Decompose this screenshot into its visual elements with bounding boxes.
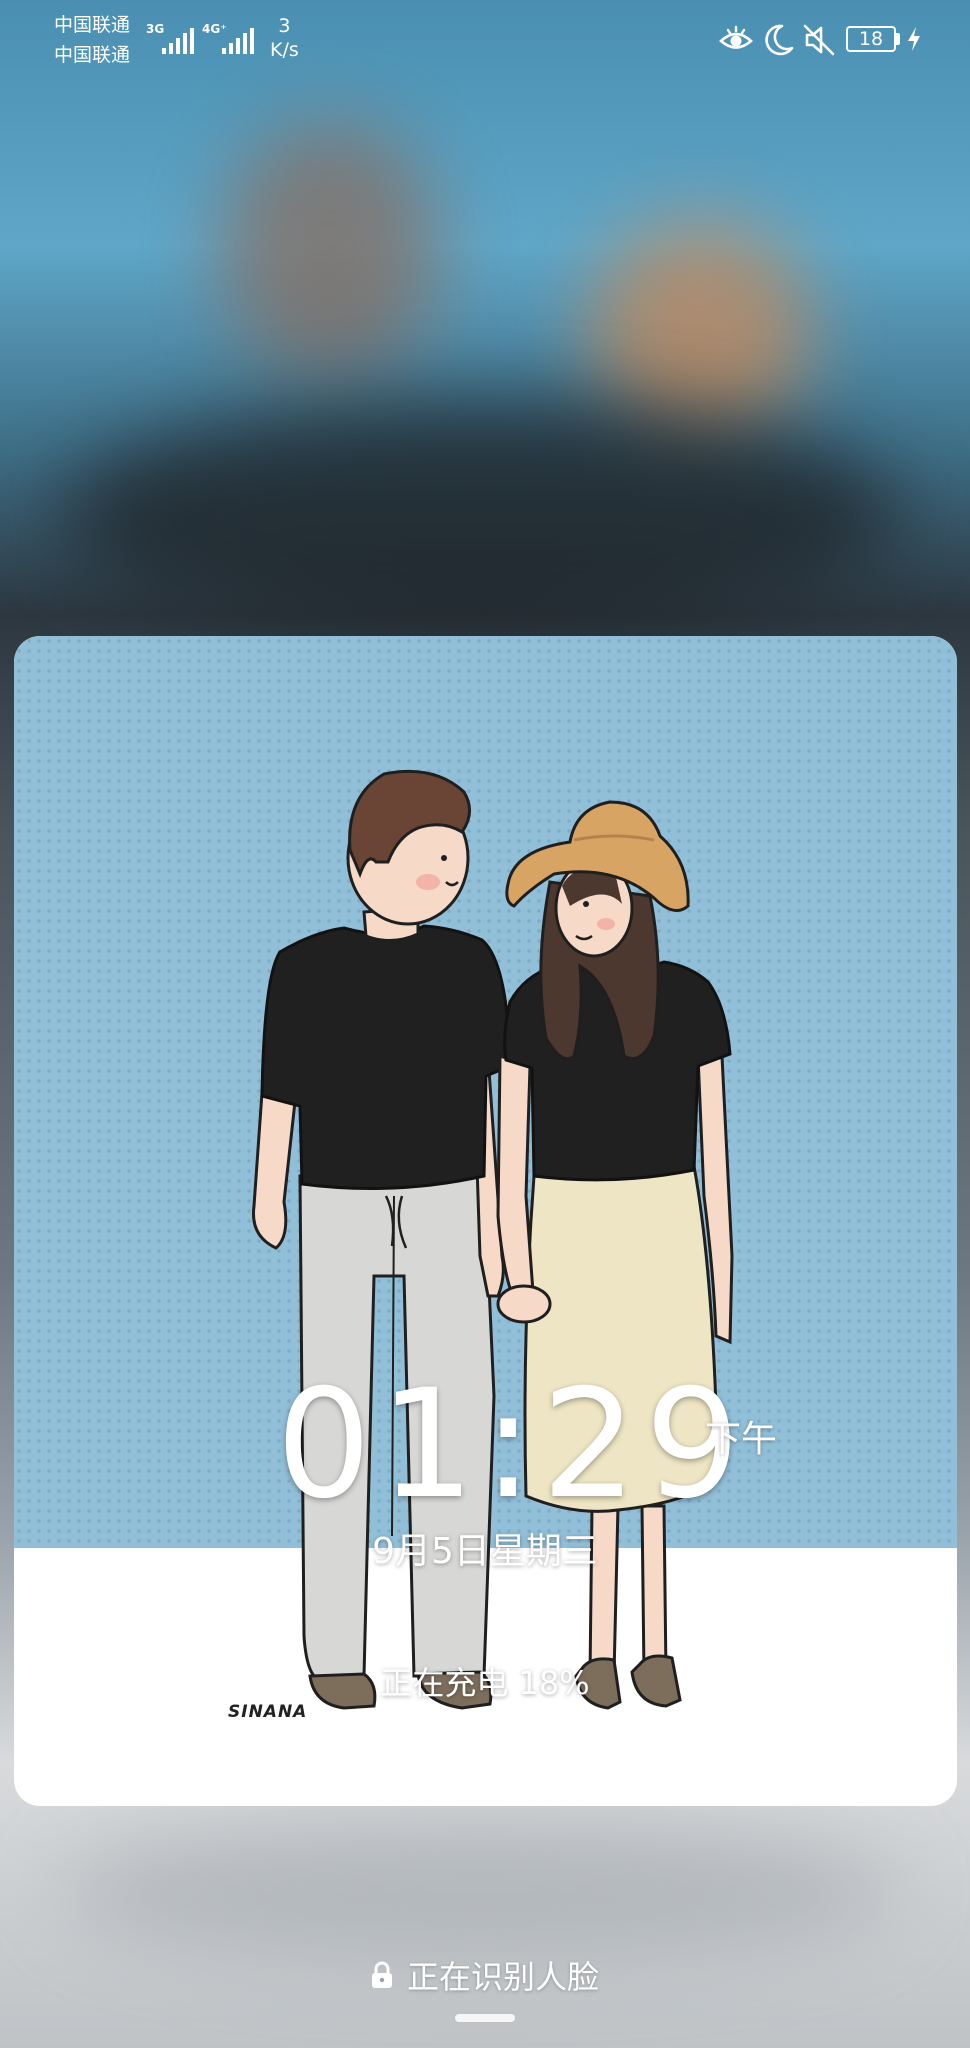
moon-icon — [765, 24, 794, 56]
background-blur — [220, 120, 440, 380]
lock-icon — [371, 1961, 392, 1988]
battery-icon: 18 — [846, 26, 896, 52]
carrier-1: 中国联通 — [54, 14, 131, 36]
mute-icon — [803, 24, 835, 56]
sim2-signal-icon — [222, 26, 254, 54]
artist-signature: SINANA — [228, 1702, 308, 1722]
face-recognition-label: 正在识别人脸 — [406, 1958, 599, 1996]
speed-value: 3 — [278, 15, 291, 37]
clock-time: 01:29 — [276, 1358, 749, 1532]
speed-unit: K/s — [270, 39, 299, 61]
battery-level: 18 — [858, 28, 884, 50]
charging-bolt-icon — [908, 27, 920, 51]
background-blur — [60, 400, 900, 630]
clock-ampm: 下午 — [705, 1419, 778, 1460]
battery-tip — [896, 33, 900, 45]
charging-status: 正在充电 18% — [380, 1664, 590, 1702]
face-recognition-status: 正在识别人脸 — [0, 1952, 970, 1998]
wallpaper-card: SINANA — [14, 636, 957, 1806]
eye-comfort-icon — [719, 25, 753, 49]
holding-hands — [496, 1284, 552, 1324]
sim1-signal-icon — [162, 26, 194, 54]
home-indicator[interactable] — [455, 2014, 515, 2022]
date-label: 9月5日星期三 — [372, 1531, 598, 1572]
network-speed: 3 K/s — [270, 14, 299, 62]
couple-illustration — [251, 769, 734, 1710]
background-blur — [60, 1820, 900, 1960]
status-bar: 中国联通 中国联通 3G 4G⁺ 3 K/s 18 — [0, 0, 970, 80]
carrier-2: 中国联通 — [54, 44, 131, 66]
